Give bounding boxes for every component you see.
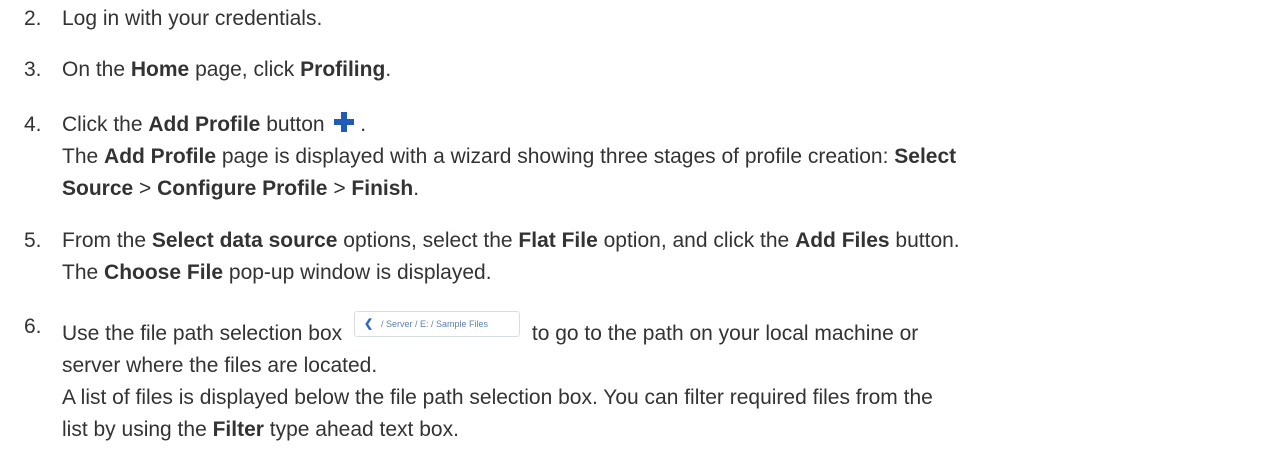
step-text: The <box>62 145 105 168</box>
ui-term-filter: Filter <box>212 418 264 441</box>
file-path-selection-box: ❮ / Server / E: / Sample Files <box>354 311 521 337</box>
ui-term-add-profile: Add Profile <box>148 113 261 136</box>
step-number: 6. <box>24 315 42 338</box>
step-text: pop-up window is displayed. <box>223 261 492 284</box>
step-text: options, select the <box>337 229 519 252</box>
ui-term-select-data-source: Select data source <box>151 229 338 252</box>
plus-icon <box>334 112 355 132</box>
step-text: . <box>385 58 392 81</box>
step-text: . <box>354 113 367 136</box>
step-number: 2. <box>24 7 42 30</box>
ui-term-finish: Finish <box>351 177 414 200</box>
step-text: The <box>62 261 105 284</box>
step-text: page, click <box>189 58 301 81</box>
chevron-left-icon: ❮ <box>364 318 374 330</box>
step-text: From the <box>62 229 152 252</box>
file-path-text: / Server / E: / Sample Files <box>381 319 489 329</box>
step-text: list by using the <box>62 418 213 441</box>
ui-term-flat-file: Flat File <box>518 229 598 252</box>
step-number: 4. <box>24 113 42 136</box>
ui-term-configure-profile: Configure Profile <box>157 177 328 200</box>
step-number: 3. <box>24 58 42 81</box>
step-text: type ahead text box. <box>263 418 459 441</box>
ui-term-home: Home <box>130 58 190 81</box>
ui-term-add-files: Add Files <box>795 229 890 252</box>
ui-term-choose-file: Choose File <box>104 261 224 284</box>
step-number: 5. <box>24 229 42 252</box>
step-text: > <box>133 177 158 200</box>
step-text: Click the <box>62 113 149 136</box>
step-text: server where the files are located. <box>62 354 378 377</box>
step-text: > <box>327 177 352 200</box>
ui-term-select-source: Select <box>894 145 957 168</box>
instruction-list: 2. Log in with your credentials. 3. On t… <box>0 0 1279 461</box>
step-text: Use the file path selection box <box>62 322 343 345</box>
step-text: page is displayed with a wizard showing … <box>216 145 895 168</box>
step-text: option, and click the <box>597 229 796 252</box>
ui-term-add-profile: Add Profile <box>104 145 217 168</box>
step-text: . <box>413 177 420 200</box>
step-text: button <box>260 113 325 136</box>
step-text: On the <box>62 58 131 81</box>
ui-term-profiling: Profiling <box>300 58 386 81</box>
step-text: to go to the path on your local machine … <box>531 322 919 345</box>
step-text: A list of files is displayed below the f… <box>62 386 933 409</box>
step-text: button. <box>889 229 960 252</box>
ui-term-select-source: Source <box>62 177 134 200</box>
step-text: Log in with your credentials. <box>62 7 323 30</box>
